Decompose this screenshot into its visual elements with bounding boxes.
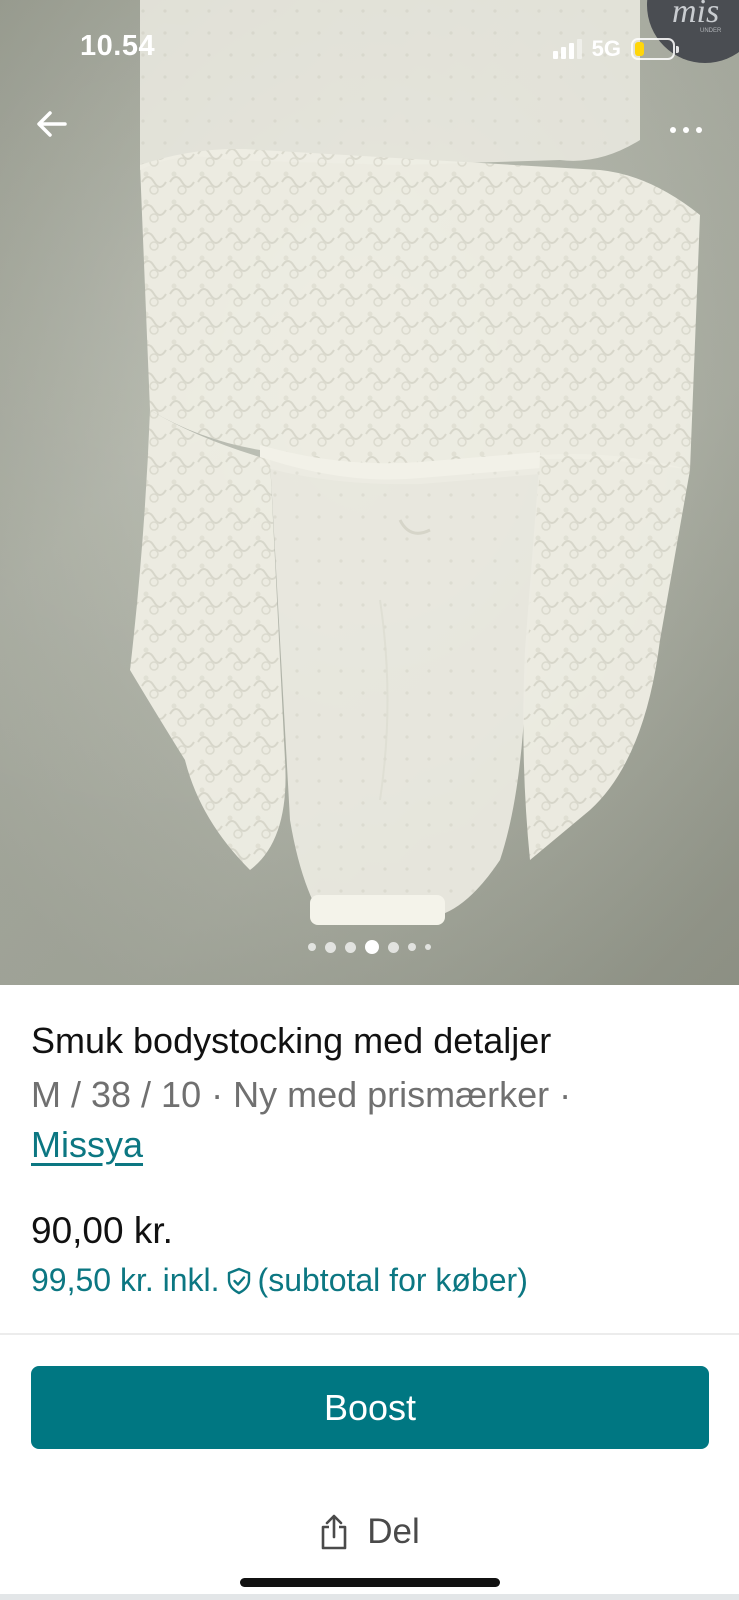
product-image-illustration: mis UNDER (0, 0, 739, 985)
price-incl-amount: 99,50 kr. inkl. (31, 1262, 220, 1298)
status-time: 10.54 (80, 30, 156, 62)
carousel-dot[interactable] (388, 941, 399, 953)
network-label: 5G (591, 36, 621, 61)
tag-text: mis (672, 0, 719, 30)
brand-link[interactable]: Missya (31, 1122, 711, 1168)
share-button[interactable]: Del (0, 1512, 739, 1552)
carousel-dots[interactable] (0, 940, 739, 954)
listing-price: 90,00 kr. (31, 1210, 173, 1251)
tag-subtext: UNDER (700, 28, 722, 34)
listing-meta: M / 38 / 10 · Ny med prismærker · (31, 1074, 572, 1115)
boost-button[interactable]: Boost (31, 1366, 709, 1449)
home-indicator[interactable] (240, 1578, 500, 1587)
carousel-dot[interactable] (408, 943, 416, 951)
share-icon (321, 1514, 347, 1550)
price-incl-protection[interactable]: 99,50 kr. inkl. (subtotal for køber) (31, 1262, 528, 1299)
carousel-dot[interactable] (345, 941, 356, 953)
carousel-dot[interactable] (308, 943, 316, 951)
price-incl-note: (subtotal for køber) (257, 1262, 528, 1298)
status-indicators: 5G (552, 36, 679, 62)
carousel-dot-active[interactable] (365, 940, 379, 954)
listing-title: Smuk bodystocking med detaljer (31, 1020, 552, 1061)
shield-check-icon (227, 1267, 250, 1294)
item-detail-screen: mis UNDER 10.54 5G Smuk bodystocking med… (0, 0, 739, 1600)
carousel-dot[interactable] (425, 944, 431, 950)
more-horizontal-icon[interactable] (661, 108, 711, 152)
product-photo[interactable]: mis UNDER 10.54 5G (0, 0, 739, 985)
divider (0, 1333, 739, 1335)
carousel-dot[interactable] (325, 941, 336, 953)
bottom-edge (0, 1594, 739, 1600)
listing-details: Smuk bodystocking med detaljer M / 38 / … (31, 1018, 711, 1168)
signal-icon (552, 39, 582, 59)
arrow-left-icon[interactable] (30, 102, 74, 146)
battery-icon (631, 38, 679, 60)
share-label: Del (367, 1512, 420, 1551)
